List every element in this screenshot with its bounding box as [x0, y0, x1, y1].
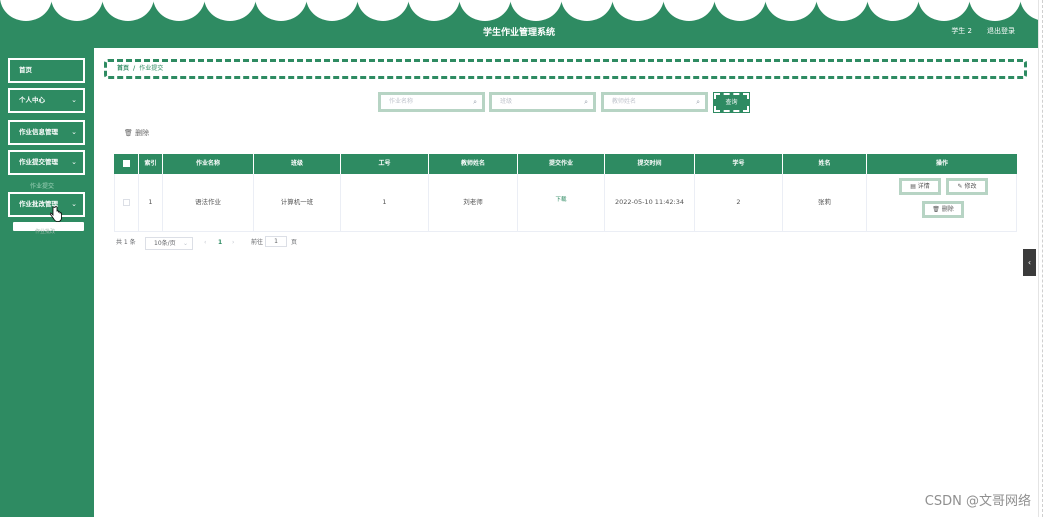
sidebar: 首页 个人中心 ⌄ 作业信息管理 ⌄ 作业提交管理 ⌄ 作业提交 作业批改管理 …	[0, 48, 94, 517]
search-button[interactable]: 查询	[713, 92, 750, 113]
current-user: 学生 2	[951, 27, 972, 35]
row-delete-button[interactable]: 🗑 删除	[922, 201, 964, 218]
submenu-peek-submit[interactable]: 作业提交	[30, 181, 54, 190]
chevron-down-icon: ⌄	[71, 96, 77, 104]
edit-icon: ✎	[957, 183, 963, 190]
watermark: CSDN @文哥网络	[924, 494, 1031, 509]
edit-label: 修改	[964, 183, 977, 190]
col-class: 班级	[254, 154, 341, 174]
edit-button[interactable]: ✎ 修改	[946, 178, 988, 195]
hand-cursor-icon	[50, 206, 62, 222]
goto-label: 前往	[251, 239, 264, 246]
search-icon: ⌕	[696, 98, 700, 106]
app-title: 学生作业管理系统	[482, 28, 555, 38]
pagination-total: 共 1 条	[116, 239, 136, 246]
trash-icon: 🗑	[932, 206, 940, 213]
chevron-down-icon: ⌄	[182, 240, 188, 247]
page-size-value: 10条/页	[154, 240, 176, 247]
chevron-down-icon: ⌄	[71, 128, 77, 136]
col-teacher: 教师姓名	[429, 154, 518, 174]
cell-homework-name: 语法作业	[163, 174, 254, 231]
prev-page-button[interactable]: ‹	[204, 236, 206, 249]
search-name-input[interactable]: 作业名称 ⌕	[378, 92, 485, 112]
select-all-checkbox[interactable]	[114, 154, 139, 174]
col-operations: 操作	[935, 160, 948, 167]
col-index: 索引	[139, 154, 163, 174]
breadcrumb-separator: /	[133, 65, 136, 72]
col-job-no: 工号	[341, 154, 429, 174]
sidebar-item-homework-submit[interactable]: 作业提交管理 ⌄	[8, 150, 85, 175]
cell-teacher: 刘老师	[429, 174, 518, 231]
sidebar-item-label: 首页	[19, 66, 32, 74]
col-student-no: 学号	[695, 154, 783, 174]
cell-student-no: 2	[695, 174, 783, 231]
right-scroll-gutter	[1038, 0, 1046, 517]
breadcrumb-current: 作业提交	[139, 65, 164, 72]
cell-index: 1	[139, 174, 163, 231]
page-number-current[interactable]: 1	[218, 236, 222, 249]
col-homework-name: 作业名称	[163, 154, 254, 174]
goto-page-input[interactable]: 1	[265, 236, 287, 247]
sidebar-item-homework-grading[interactable]: 作业批改管理 ⌄	[8, 192, 85, 217]
submenu-item-label: 作业批改	[35, 229, 56, 235]
col-submit-file: 提交作业	[518, 154, 605, 174]
cell-class: 计算机一班	[254, 174, 341, 231]
search-teacher-placeholder: 教师姓名	[612, 98, 637, 105]
search-class-placeholder: 班级	[500, 98, 513, 105]
sidebar-item-personal-center[interactable]: 个人中心 ⌄	[8, 88, 85, 113]
sidebar-item-label: 个人中心	[19, 96, 45, 104]
search-teacher-input[interactable]: 教师姓名 ⌕	[601, 92, 708, 112]
col-student-name: 姓名	[783, 154, 867, 174]
sidebar-item-label: 作业信息管理	[19, 128, 58, 136]
page-size-select[interactable]: 10条/页 ⌄	[145, 237, 193, 250]
table-header: 索引 作业名称 班级 工号 教师姓名 提交作业 提交时间 学号 姓名 操作	[114, 154, 1017, 174]
search-name-placeholder: 作业名称	[389, 98, 414, 105]
chevron-down-icon: ⌄	[71, 158, 77, 166]
document-icon: ▤	[910, 183, 916, 190]
main-content: 首页 / 作业提交 作业名称 ⌕ 班级 ⌕ 教师姓名 ⌕ 查询 🗑 删除 索引 作业…	[94, 48, 1038, 517]
cell-submit-time: 2022-05-10 11:42:34	[605, 174, 695, 231]
search-class-input[interactable]: 班级 ⌕	[489, 92, 596, 112]
detail-label: 详情	[917, 183, 930, 190]
bulk-delete-label: 删除	[135, 129, 150, 137]
sidebar-item-homework-info[interactable]: 作业信息管理 ⌄	[8, 120, 85, 145]
table-row: 1 语法作业 计算机一班 1 刘老师 下载 2022-05-10 11:42:3…	[114, 174, 1017, 232]
detail-button[interactable]: ▤ 详情	[899, 178, 941, 195]
cell-job-no: 1	[341, 174, 429, 231]
collapse-handle-button[interactable]: ‹	[1023, 249, 1036, 276]
cell-student-name: 张莉	[783, 174, 867, 231]
breadcrumb: 首页 / 作业提交	[104, 59, 1027, 79]
breadcrumb-home[interactable]: 首页	[117, 65, 129, 72]
sidebar-item-label: 作业提交管理	[19, 158, 58, 166]
row-delete-label: 删除	[941, 206, 954, 213]
next-page-button[interactable]: ›	[232, 236, 234, 249]
download-link[interactable]: 下载	[555, 197, 566, 203]
row-checkbox[interactable]	[115, 174, 139, 231]
trash-icon: 🗑	[124, 129, 133, 137]
submenu-item-grading[interactable]: 作业批改	[13, 222, 84, 235]
chevron-down-icon: ⌄	[71, 200, 77, 208]
logout-button[interactable]: 退出登录	[987, 26, 1015, 36]
top-header: 学生作业管理系统 学生 2 退出登录	[0, 0, 1038, 48]
bulk-delete-button[interactable]: 🗑 删除	[124, 128, 149, 138]
col-submit-time: 提交时间	[605, 154, 695, 174]
page-suffix-label: 页	[291, 239, 298, 246]
cell-operations: ▤ 详情 ✎ 修改 🗑 删除	[867, 174, 1016, 231]
cell-submit-file: 下载	[518, 174, 605, 231]
header-scallop-decoration	[0, 0, 1038, 24]
search-icon: ⌕	[584, 98, 588, 106]
sidebar-item-home[interactable]: 首页	[8, 58, 85, 83]
search-icon: ⌕	[473, 98, 477, 106]
